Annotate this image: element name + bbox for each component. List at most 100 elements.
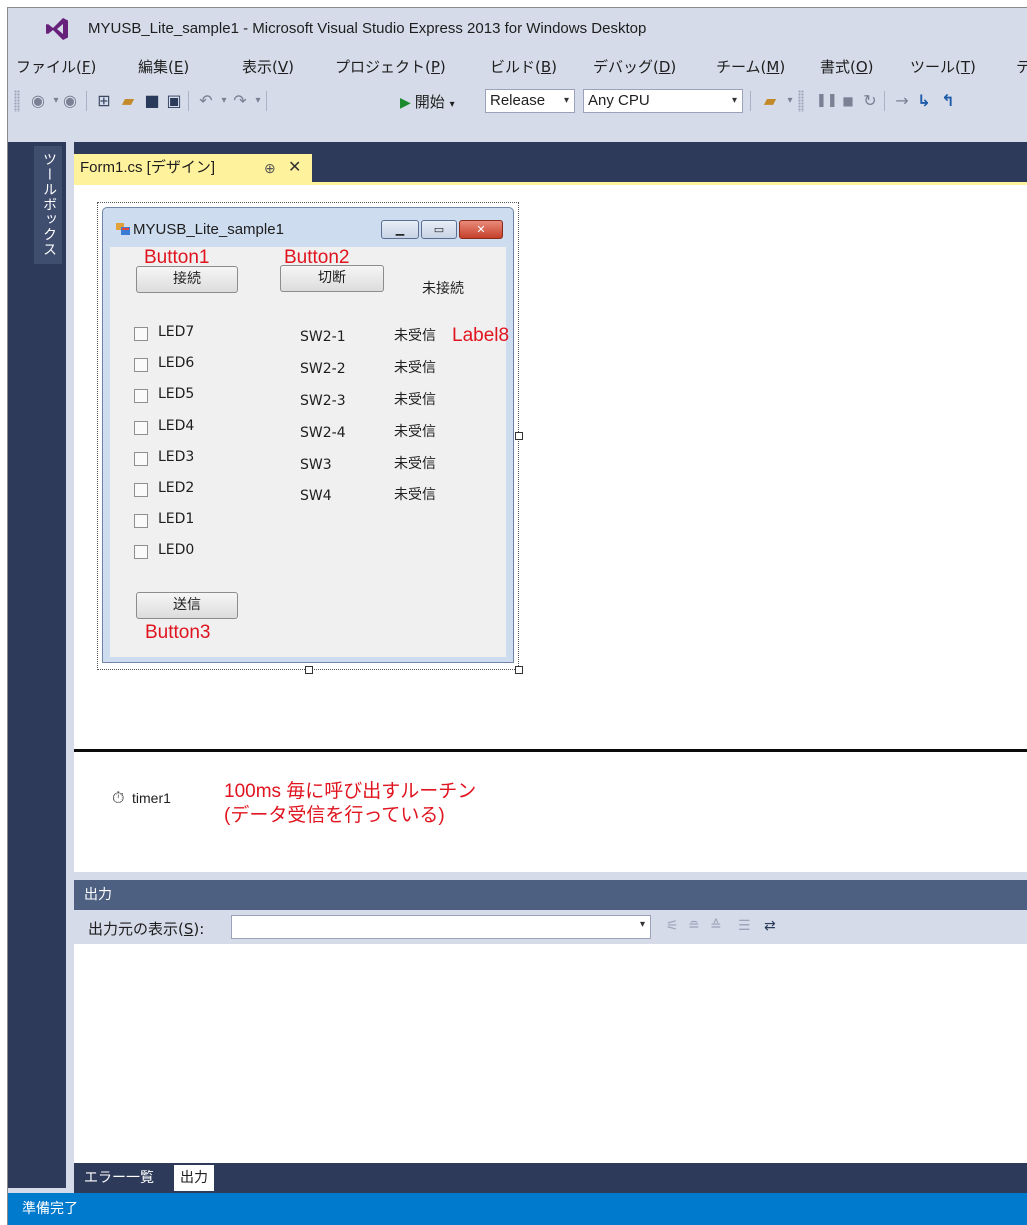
led6-checkbox[interactable] <box>134 358 148 372</box>
send-button[interactable]: 送信 <box>136 592 238 619</box>
switch-name-label: SW3 <box>300 457 332 473</box>
solution-platform-select[interactable]: Any CPU ▾ <box>583 89 743 113</box>
annotation-timer-line1: 100ms 毎に呼び出すルーチン <box>224 781 477 802</box>
switch-value-label: 未受信 <box>394 424 436 440</box>
dropdown-arrow-icon[interactable]: ▾ <box>780 91 800 111</box>
form-app-icon <box>116 223 130 235</box>
menu-test[interactable]: テ <box>1016 56 1027 77</box>
toolbar-grip[interactable] <box>14 90 20 112</box>
connection-status-label: 未接続 <box>422 281 464 297</box>
document-tab-strip: Form1.cs [デザイン] ⊕ ✕ <box>74 142 1027 184</box>
output-source-select[interactable]: ▾ <box>231 915 651 939</box>
connect-button[interactable]: 接続 <box>136 266 238 293</box>
tab-output[interactable]: 出力 <box>174 1165 214 1191</box>
led3-label: LED3 <box>158 449 195 465</box>
timer1-component[interactable]: timer1 <box>132 790 171 806</box>
restart-icon[interactable]: ↻ <box>860 91 880 111</box>
stopwatch-icon: ⏱ <box>112 788 125 807</box>
pause-icon[interactable]: ❚❚ <box>816 91 838 111</box>
toolbar-separator <box>884 91 885 111</box>
dropdown-arrow-icon[interactable]: ▾ <box>248 91 268 111</box>
toolbar-separator <box>750 91 751 111</box>
led3-checkbox[interactable] <box>134 452 148 466</box>
component-tray: ⏱ timer1 100ms 毎に呼び出すルーチン (データ受信を行っている) <box>74 752 1027 872</box>
find-message-icon[interactable]: ⚟ <box>666 918 679 934</box>
menu-project[interactable]: プロジェクト(P) <box>335 56 446 77</box>
annotation-timer-line2: (データ受信を行っている) <box>224 805 445 826</box>
switch-value-label: 未受信 <box>394 360 436 376</box>
pin-icon[interactable]: ⊕ <box>264 154 276 182</box>
close-icon[interactable]: ✕ <box>288 154 301 182</box>
form-client-area: Button1 Button2 接続 切断 未接続 LED7 LED6 LED5… <box>110 247 509 657</box>
form1-window[interactable]: MYUSB_Lite_sample1 ▁ ▭ ✕ Button1 Button2… <box>102 207 514 663</box>
disconnect-button[interactable]: 切断 <box>280 265 384 292</box>
close-icon: ✕ <box>476 223 486 236</box>
open-file-icon[interactable]: ▰ <box>118 91 138 111</box>
save-all-icon[interactable]: ▣ <box>164 91 184 111</box>
clear-all-icon[interactable]: ☰ <box>738 918 751 934</box>
output-source-label: 出力元の表示(S): <box>88 920 205 938</box>
solution-configuration-select[interactable]: Release ▾ <box>485 89 575 113</box>
menu-file[interactable]: ファイル(F) <box>16 56 96 77</box>
title-bar: MYUSB_Lite_sample1 - Microsoft Visual St… <box>8 8 1027 50</box>
find-in-files-icon[interactable]: ▰ <box>760 91 780 111</box>
form-title: MYUSB_Lite_sample1 <box>133 221 284 238</box>
step-into-icon[interactable]: ↳ <box>914 91 934 111</box>
led5-checkbox[interactable] <box>134 389 148 403</box>
form-window-buttons: ▁ ▭ ✕ <box>381 220 503 240</box>
close-button[interactable]: ✕ <box>459 220 503 239</box>
switch-name-label: SW2-3 <box>300 393 346 409</box>
standard-toolbar: ◉ ▾ ◉ ⊞ ▰ ■ ▣ ↶ ▾ ↷ ▾ ▶ 開始 ▾ Release ▾ Any… <box>8 82 1027 120</box>
output-pane-header: 出力 <box>74 880 1027 910</box>
ide-window: MYUSB_Lite_sample1 - Microsoft Visual St… <box>7 7 1027 1225</box>
navigate-back-icon[interactable]: ◉ <box>28 91 48 111</box>
toolbar-grip[interactable] <box>798 90 804 112</box>
menu-bar: ファイル(F) 編集(E) 表示(V) プロジェクト(P) ビルド(B) デバッ… <box>8 50 1027 82</box>
undo-icon[interactable]: ↶ <box>196 91 216 111</box>
minimize-button[interactable]: ▁ <box>381 220 419 239</box>
menu-debug[interactable]: デバッグ(D) <box>593 56 676 77</box>
maximize-icon: ▭ <box>433 223 445 236</box>
resize-handle-bottom[interactable] <box>305 666 313 674</box>
form-designer-surface[interactable]: MYUSB_Lite_sample1 ▁ ▭ ✕ Button1 Button2… <box>74 185 1027 749</box>
stop-icon[interactable]: ■ <box>838 91 858 111</box>
maximize-button[interactable]: ▭ <box>421 220 457 239</box>
output-pane-toolbar: 出力元の表示(S): ▾ ⚟ ≘ ≙ ☰ ⇄ <box>74 910 1027 944</box>
output-text-area[interactable] <box>74 944 1027 1163</box>
tab-label: Form1.cs [デザイン] <box>80 159 216 176</box>
resize-handle-right[interactable] <box>515 432 523 440</box>
navigate-forward-icon[interactable]: ◉ <box>60 91 80 111</box>
annotation-button3: Button3 <box>145 622 211 643</box>
word-wrap-icon[interactable]: ⇄ <box>764 918 776 934</box>
led1-checkbox[interactable] <box>134 514 148 528</box>
save-icon[interactable]: ■ <box>142 91 162 111</box>
menu-view[interactable]: 表示(V) <box>242 56 294 77</box>
chevron-down-icon: ▾ <box>639 919 645 930</box>
go-to-next-icon[interactable]: ≙ <box>710 918 722 934</box>
led7-checkbox[interactable] <box>134 327 148 341</box>
show-next-statement-icon[interactable]: → <box>892 91 912 111</box>
tab-error-list[interactable]: エラー一覧 <box>78 1165 160 1191</box>
menu-build[interactable]: ビルド(B) <box>490 56 557 77</box>
menu-edit[interactable]: 編集(E) <box>138 56 189 77</box>
menu-team[interactable]: チーム(M) <box>716 56 785 77</box>
switch-value-label: 未受信 <box>394 392 436 408</box>
start-debugging-button[interactable]: ▶ 開始 ▾ <box>400 91 455 112</box>
menu-tools[interactable]: ツール(T) <box>910 56 976 77</box>
status-bar: 準備完了 <box>8 1193 1027 1225</box>
switch-name-label: SW2-2 <box>300 361 346 377</box>
toolbar-separator <box>86 91 87 111</box>
go-to-previous-icon[interactable]: ≘ <box>688 918 700 934</box>
redo-icon[interactable]: ↷ <box>230 91 250 111</box>
switch-value-label: 未受信 <box>394 487 436 503</box>
led2-checkbox[interactable] <box>134 483 148 497</box>
switch-name-label: SW2-4 <box>300 425 346 441</box>
tab-form1-design[interactable]: Form1.cs [デザイン] ⊕ ✕ <box>74 154 312 184</box>
led4-checkbox[interactable] <box>134 421 148 435</box>
step-over-icon[interactable]: ↰ <box>938 91 958 111</box>
toolbox-tab[interactable]: ツールボックス <box>34 146 62 264</box>
new-project-icon[interactable]: ⊞ <box>94 91 114 111</box>
resize-handle-corner[interactable] <box>515 666 523 674</box>
menu-format[interactable]: 書式(O) <box>820 56 874 77</box>
led0-checkbox[interactable] <box>134 545 148 559</box>
